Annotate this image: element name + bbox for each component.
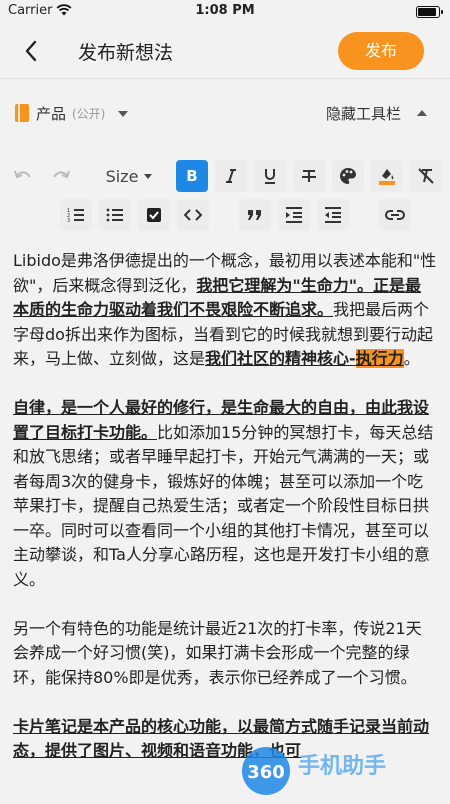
watermark: 360 手机助手 — [236, 743, 450, 800]
text-run: 。 — [403, 349, 420, 368]
svg-text:3: 3 — [67, 218, 70, 223]
caret-down-icon — [144, 173, 153, 179]
italic-icon — [226, 169, 236, 183]
palette-icon — [340, 168, 356, 184]
bullet-list-icon — [106, 208, 123, 222]
underline-icon — [265, 169, 275, 184]
undo-button[interactable] — [7, 160, 39, 192]
text-run: 比如添加15分钟的冥想打卡，每天总结和放飞思绪；或者早睡早起打卡，开始元气满满的… — [13, 422, 434, 589]
hide-toolbar-button[interactable]: 隐藏工具栏 — [326, 103, 401, 124]
code-icon — [184, 209, 202, 221]
bold-icon: B — [186, 167, 198, 185]
ordered-list-button[interactable]: 123 — [60, 199, 92, 231]
text-run: 另一个有特色的功能是统计最近21次的打卡率，传说21天会养成一个好习惯(笑)，如… — [13, 618, 422, 687]
clock: 1:08 PM — [195, 3, 255, 18]
strikethrough-icon — [302, 170, 316, 182]
back-button[interactable] — [20, 37, 44, 65]
meta-row: 产品 (公开) 隐藏工具栏 — [0, 96, 450, 130]
checkbox-button[interactable] — [138, 199, 170, 231]
category-dropdown-icon[interactable] — [118, 111, 128, 117]
chevron-left-icon — [25, 40, 37, 62]
link-icon — [385, 210, 405, 220]
ordered-list-icon: 123 — [67, 208, 84, 223]
outdent-button[interactable] — [317, 199, 349, 231]
clear-format-button[interactable] — [410, 160, 442, 192]
collapse-icon[interactable] — [417, 110, 427, 116]
indent-button[interactable] — [278, 199, 310, 231]
font-size-label: Size — [105, 166, 139, 186]
checkbox-icon — [147, 208, 161, 222]
undo-icon — [14, 170, 31, 179]
underline-button[interactable] — [254, 160, 286, 192]
outdent-icon — [325, 207, 341, 223]
paragraph: 自律，是一个人最好的修行，是生命最大的自由，由此我设置了目标打卡功能。比如添加1… — [13, 396, 437, 592]
category-label[interactable]: 产品 — [36, 103, 66, 124]
link-button[interactable] — [379, 199, 411, 231]
divider — [0, 78, 450, 79]
watermark-text: 手机助手 — [298, 754, 386, 779]
bold-button[interactable]: B — [176, 160, 208, 192]
publish-button[interactable]: 发布 — [338, 32, 424, 70]
bullet-list-button[interactable] — [99, 199, 131, 231]
battery-icon — [416, 6, 443, 18]
text-color-button[interactable] — [371, 160, 403, 192]
strikethrough-button[interactable] — [293, 160, 325, 192]
visibility-label: (公开) — [72, 107, 106, 121]
color-palette-button[interactable] — [332, 160, 364, 192]
quote-icon — [248, 210, 261, 220]
watermark-logo: 360 — [247, 762, 285, 783]
notebook-icon — [15, 104, 29, 122]
quote-button[interactable] — [239, 199, 271, 231]
bold-underline-text: 我们社区的精神核心- — [205, 349, 356, 368]
paragraph: Libido是弗洛伊德提出的一个概念，最初用以表述本能和"性欲"，后来概念得到泛… — [13, 249, 437, 372]
bold-underline-text: 卡片笔记是本产品的核心功能， — [13, 716, 238, 736]
code-button[interactable] — [177, 199, 209, 231]
text-color-icon — [379, 169, 395, 185]
page-title: 发布新想法 — [78, 42, 174, 64]
redo-icon — [53, 170, 70, 179]
status-bar: Carrier 1:08 PM — [0, 0, 450, 24]
navigation-bar: 发布新想法 发布 — [0, 24, 450, 78]
paragraph: 另一个有特色的功能是统计最近21次的打卡率，传说21天会养成一个好习惯(笑)，如… — [13, 617, 437, 691]
redo-button[interactable] — [45, 160, 77, 192]
editor-content[interactable]: Libido是弗洛伊德提出的一个概念，最初用以表述本能和"性欲"，后来概念得到泛… — [13, 249, 437, 788]
italic-button[interactable] — [215, 160, 247, 192]
highlighted-text: 执行力 — [355, 349, 404, 368]
indent-icon — [286, 207, 302, 223]
clear-format-icon — [418, 168, 434, 184]
font-size-dropdown[interactable]: Size — [98, 160, 160, 192]
